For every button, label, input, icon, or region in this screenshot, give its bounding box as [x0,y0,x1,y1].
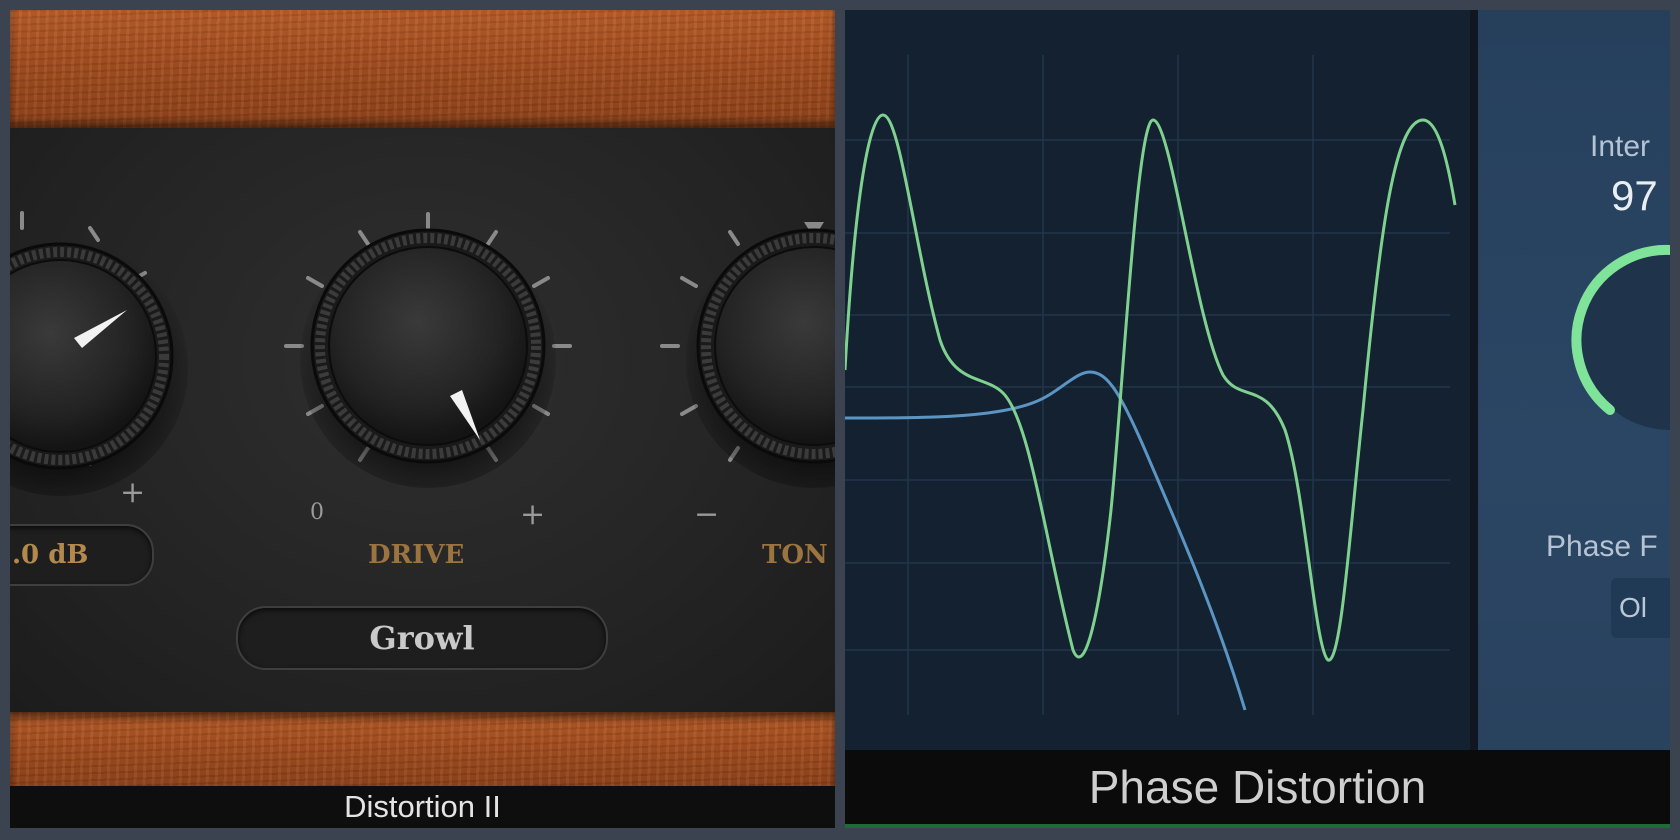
drive-label: DRIVE [368,540,465,570]
waveform-display [845,10,1470,750]
phase-distortion-panel: Inter 97 Phase F Ol Phase Distortion [845,10,1670,828]
caption-accent-line [845,824,1670,828]
tone-knob[interactable] [660,222,835,488]
plugin-title-phase-distortion: Phase Distortion [1088,761,1427,813]
drive-scale-plus: + [520,497,545,532]
intensity-label: Inter [1590,130,1651,163]
intensity-knob[interactable] [1478,10,1670,750]
left-caption-bar: Distortion II [10,786,835,828]
wood-trim-bottom [10,712,835,786]
phase-reverse-label: Phase F [1546,530,1658,563]
gain-knob[interactable] [10,211,188,496]
gain-value-field[interactable]: .0 dB [10,524,154,586]
right-caption-bar: Phase Distortion [845,750,1670,828]
tone-label: TON [762,540,828,570]
plugin-title-distortion-ii: Distortion II [344,789,501,824]
distortion-type-selector[interactable]: Growl [236,606,608,670]
drive-knob[interactable] [284,212,572,488]
drive-scale-zero: 0 [310,500,324,525]
gain-scale-plus: + [120,475,145,510]
parameter-panel: Inter 97 Phase F Ol [1478,10,1670,750]
distortion-ii-panel: + + − 0 .0 dB DRIVE TON Growl Distortion… [10,10,835,828]
wood-trim-top [10,10,835,128]
tone-scale-minus: − [694,497,719,532]
phase-reverse-button[interactable]: Ol [1611,578,1670,638]
intensity-value: 97 [1611,172,1658,219]
waveform-graph [845,55,1457,715]
gain-value-text: .0 dB [12,540,89,570]
graph-grid [845,55,1450,715]
blue-phase-curve [845,370,1247,711]
